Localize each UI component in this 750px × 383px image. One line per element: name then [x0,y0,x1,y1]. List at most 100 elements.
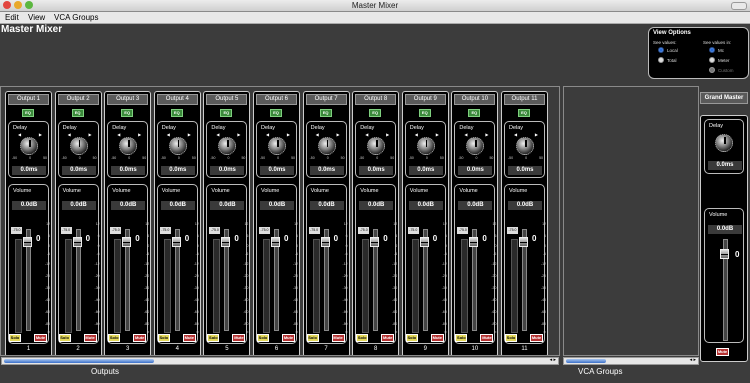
fader-handle[interactable] [221,237,231,247]
fader-handle[interactable] [23,237,32,247]
mute-button[interactable]: Mute [282,334,295,342]
solo-button[interactable]: Solo [207,334,220,342]
solo-button[interactable]: Solo [157,334,170,342]
arrow-right-icon[interactable]: ▶ [237,132,240,137]
arrow-right-icon[interactable]: ▶ [138,132,141,137]
radio-total[interactable] [658,57,664,63]
minimize-window-button[interactable] [14,1,22,9]
arrow-right-icon[interactable]: ▶ [436,132,439,137]
vca-scrollbar[interactable]: ◂ ▸ [563,357,699,365]
fader-handle[interactable] [122,237,132,247]
radio-local[interactable] [658,47,664,53]
eq-button[interactable]: EQ [220,109,233,117]
grand-delay-knob[interactable] [715,134,733,152]
arrow-left-icon[interactable]: ◀ [117,132,120,137]
mute-button[interactable]: Mute [381,334,395,342]
arrow-left-icon[interactable]: ◀ [167,132,170,137]
arrow-right-icon[interactable]: ▶ [89,132,92,137]
solo-button[interactable]: Solo [257,334,269,342]
menu-edit[interactable]: Edit [5,12,19,23]
delay-knob[interactable] [119,137,138,155]
arrow-right-icon[interactable]: ▶ [485,132,488,137]
mute-button[interactable]: Mute [182,334,196,342]
solo-button[interactable]: Solo [455,334,468,342]
delay-knob-scale: -50 0 50 [111,156,146,160]
mute-button[interactable]: Mute [232,334,246,342]
fader-handle[interactable] [271,237,280,247]
grand-fader-handle[interactable] [720,249,729,259]
vca-scroll-arrows[interactable]: ◂ ▸ [690,357,696,363]
eq-button[interactable]: EQ [418,109,431,117]
eq-button[interactable]: EQ [22,109,34,117]
solo-button[interactable]: Solo [58,334,71,342]
arrow-left-icon[interactable]: ◀ [464,132,467,137]
vca-scroll-thumb[interactable] [566,359,606,363]
fader-handle[interactable] [72,237,82,247]
mute-button[interactable]: Mute [331,334,345,342]
delay-knob[interactable] [516,137,534,155]
arrow-left-icon[interactable]: ◀ [216,132,219,137]
mute-button[interactable]: Mute [530,334,543,342]
arrow-right-icon[interactable]: ▶ [188,132,191,137]
solo-button[interactable]: Solo [9,334,21,342]
outputs-scroll-thumb[interactable] [4,359,154,363]
eq-button[interactable]: EQ [518,109,530,117]
fader-handle[interactable] [469,237,479,247]
delay-knob[interactable] [168,137,187,155]
fader-handle[interactable] [171,237,181,247]
arrow-left-icon[interactable]: ◀ [365,132,368,137]
fader-handle[interactable] [320,237,330,247]
delay-knob[interactable] [69,137,88,155]
delay-knob[interactable] [466,137,485,155]
scroll-arrows[interactable]: ◂ ▸ [550,357,556,363]
vca-groups-panel [563,86,699,356]
arrow-left-icon[interactable]: ◀ [18,132,21,137]
arrow-left-icon[interactable]: ◀ [316,132,319,137]
delay-knob[interactable] [20,137,38,155]
solo-button[interactable]: Solo [108,334,121,342]
eq-button[interactable]: EQ [71,109,84,117]
delay-knob[interactable] [218,137,237,155]
fader-handle[interactable] [370,237,380,247]
delay-knob[interactable] [317,137,336,155]
solo-button[interactable]: Solo [405,334,418,342]
mute-button[interactable]: Mute [133,334,147,342]
mute-button[interactable]: Mute [430,334,444,342]
delay-knob[interactable] [268,137,286,155]
eq-button[interactable]: EQ [369,109,382,117]
mute-button[interactable]: Mute [83,334,97,342]
radio-meter[interactable] [709,57,715,63]
radio-custom[interactable] [709,67,715,73]
solo-button[interactable]: Solo [356,334,369,342]
arrow-right-icon[interactable]: ▶ [39,132,42,137]
delay-knob[interactable] [416,137,435,155]
delay-knob[interactable] [367,137,386,155]
toolbar-toggle-button[interactable] [731,2,747,10]
eq-button[interactable]: EQ [170,109,183,117]
solo-button[interactable]: Solo [306,334,319,342]
arrow-left-icon[interactable]: ◀ [415,132,418,137]
mute-button[interactable]: Mute [34,334,47,342]
arrow-left-icon[interactable]: ◀ [68,132,71,137]
arrow-left-icon[interactable]: ◀ [266,132,269,137]
arrow-right-icon[interactable]: ▶ [386,132,389,137]
fader-handle[interactable] [419,237,429,247]
eq-button[interactable]: EQ [319,109,332,117]
arrow-right-icon[interactable]: ▶ [337,132,340,137]
radio-mc[interactable] [709,47,715,53]
grand-mute-button[interactable]: Mute [716,348,729,356]
eq-button[interactable]: EQ [121,109,134,117]
arrow-right-icon[interactable]: ▶ [287,132,290,137]
outputs-scrollbar[interactable]: ◂ ▸ [1,357,559,365]
close-window-button[interactable] [3,1,11,9]
arrow-left-icon[interactable]: ◀ [514,132,517,137]
eq-button[interactable]: EQ [270,109,282,117]
solo-button[interactable]: Solo [505,334,517,342]
fader-handle[interactable] [519,237,528,247]
arrow-right-icon[interactable]: ▶ [535,132,538,137]
eq-button[interactable]: EQ [468,109,481,117]
mute-button[interactable]: Mute [480,334,494,342]
maximize-window-button[interactable] [25,1,33,9]
menu-view[interactable]: View [28,12,45,23]
menu-vca-groups[interactable]: VCA Groups [54,12,98,23]
